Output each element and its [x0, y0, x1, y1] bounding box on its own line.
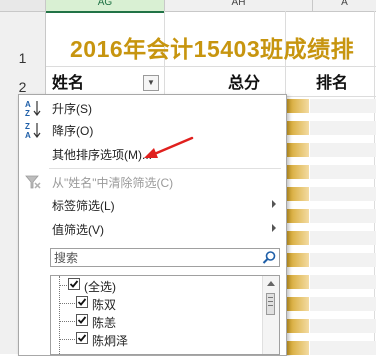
list-item[interactable]: 陈炯泽 — [51, 330, 263, 348]
tree-branch — [59, 321, 75, 322]
menu-item-sort-ascending[interactable]: A Z 升序(S) — [19, 97, 284, 119]
list-item-label: 陈炯泽 — [92, 334, 129, 348]
column-header-ag[interactable]: AG — [46, 0, 165, 13]
header-total-cell[interactable]: 总分 — [228, 69, 260, 93]
checkbox[interactable] — [76, 296, 88, 308]
filter-menu: A Z 升序(S) Z A 降序(O) 其他排序选项(M)... 从"姓名"中清… — [18, 94, 287, 356]
submenu-arrow-icon — [272, 200, 276, 208]
list-item-label: 陈恙 — [92, 316, 117, 330]
check-icon — [77, 316, 87, 324]
svg-text:A: A — [25, 131, 31, 140]
list-item[interactable]: 陈双 — [51, 294, 263, 312]
search-icon[interactable] — [262, 250, 277, 265]
search-box[interactable] — [50, 248, 280, 267]
search-input[interactable] — [54, 250, 249, 265]
menu-item-label: 从"姓名"中清除筛选(C) — [52, 176, 174, 190]
header-name-cell[interactable]: 姓名 — [52, 69, 84, 93]
header-rank-cell[interactable]: 排名 — [316, 69, 348, 93]
clear-filter-icon — [25, 175, 41, 189]
check-icon — [77, 334, 87, 342]
menu-item-value-filter[interactable]: 值筛选(V) — [19, 218, 284, 240]
list-item-select-all[interactable]: (全选) — [51, 276, 263, 294]
list-item-label: (全选) — [84, 280, 116, 294]
menu-separator — [49, 168, 281, 169]
menu-item-label: 升序(S) — [52, 102, 92, 116]
check-icon — [77, 298, 87, 306]
select-all-corner[interactable] — [0, 0, 46, 12]
filter-value-list[interactable]: (全选) 陈双 陈恙 陈炯泽 — [50, 275, 280, 355]
checkbox[interactable] — [76, 332, 88, 344]
filter-dropdown-button[interactable]: ▼ — [143, 75, 159, 91]
column-header-ai[interactable]: A — [313, 0, 376, 11]
column-header-ah[interactable]: AH — [165, 0, 313, 11]
tree-branch — [59, 303, 75, 304]
annotation-arrow — [144, 136, 194, 158]
tree-branch — [59, 285, 67, 286]
check-icon — [69, 280, 79, 288]
row-number-2[interactable]: 2 — [0, 79, 45, 95]
submenu-arrow-icon — [272, 224, 276, 232]
list-item[interactable]: 陈恙 — [51, 312, 263, 330]
row-number-1[interactable]: 1 — [0, 50, 45, 66]
sort-ascending-icon: A Z — [25, 100, 41, 118]
tree-branch — [59, 339, 75, 340]
svg-text:A: A — [25, 100, 31, 109]
scrollbar-thumb[interactable] — [266, 293, 275, 315]
checkbox-select-all[interactable] — [68, 278, 80, 290]
menu-item-label: 值筛选(V) — [52, 223, 104, 237]
svg-text:Z: Z — [25, 109, 30, 118]
menu-item-clear-filter[interactable]: 从"姓名"中清除筛选(C) — [19, 171, 284, 193]
chevron-down-icon: ▼ — [147, 78, 155, 87]
svg-text:Z: Z — [25, 122, 30, 131]
menu-item-label: 其他排序选项(M)... — [52, 148, 152, 162]
grid-line — [46, 66, 376, 67]
sheet-title: 2016年会计15403班成绩排 — [70, 36, 355, 62]
menu-item-label: 标签筛选(L) — [52, 199, 115, 213]
sort-descending-icon: Z A — [25, 122, 41, 140]
scroll-up-arrow-icon[interactable] — [267, 281, 275, 286]
menu-item-label: 降序(O) — [52, 124, 94, 138]
list-scrollbar[interactable] — [262, 276, 279, 354]
list-item-label: 陈双 — [92, 298, 117, 312]
checkbox[interactable] — [76, 314, 88, 326]
menu-item-label-filter[interactable]: 标签筛选(L) — [19, 194, 284, 216]
